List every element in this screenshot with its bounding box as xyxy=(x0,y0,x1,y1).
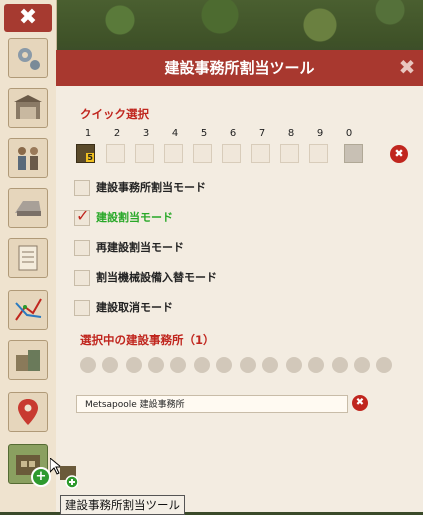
slot-number: 0 xyxy=(345,128,353,139)
checkbox[interactable] xyxy=(74,300,90,316)
settings-button[interactable] xyxy=(8,38,48,78)
slot-number: 7 xyxy=(258,128,266,139)
quick-slot-7[interactable] xyxy=(251,144,270,163)
mode-label: 建設割当モード xyxy=(96,211,173,224)
filter-icon[interactable] xyxy=(376,357,392,373)
routes-button[interactable] xyxy=(8,290,48,330)
checkbox[interactable]: ✓ xyxy=(74,206,90,226)
plus-icon: + xyxy=(31,467,51,487)
mode-label: 建設事務所割当モード xyxy=(96,181,206,194)
slot-number: 4 xyxy=(171,128,179,139)
buildings-icon xyxy=(16,350,40,371)
garage-icon xyxy=(14,95,42,119)
slot-number: 8 xyxy=(287,128,295,139)
garage-button[interactable] xyxy=(8,88,48,128)
quick-slot-9[interactable] xyxy=(309,144,328,163)
panel-close-button[interactable]: ✖ xyxy=(395,54,419,80)
panel-header[interactable]: 建設事務所割当ツール ✖ xyxy=(56,50,423,86)
slot-number: 6 xyxy=(229,128,237,139)
vehicles-button[interactable] xyxy=(8,188,48,228)
clear-quick-select-button[interactable]: ✖ xyxy=(390,145,408,163)
tooltip: 建設事務所割当ツール xyxy=(60,495,185,515)
quick-slot-4[interactable] xyxy=(164,144,183,163)
depot-assign-tool-button[interactable]: + xyxy=(8,444,51,487)
sidebar-close-button[interactable]: ✖ xyxy=(4,4,52,32)
cursor-depot-icon xyxy=(50,458,78,489)
quick-select-label: クイック選択 xyxy=(80,107,149,121)
quick-slot-6[interactable] xyxy=(222,144,241,163)
gear-icon xyxy=(18,48,40,70)
location-pin-icon xyxy=(18,399,38,425)
quick-slot-0[interactable] xyxy=(344,144,363,163)
mode-label: 建設取消モード xyxy=(96,301,173,314)
quick-slot-5[interactable] xyxy=(193,144,212,163)
filter-icon[interactable] xyxy=(240,357,256,373)
filter-icon[interactable] xyxy=(332,357,348,373)
filter-icon[interactable] xyxy=(354,357,370,373)
people-icon xyxy=(18,147,38,170)
slot-badge: 5 xyxy=(86,153,94,162)
filter-icon[interactable] xyxy=(80,357,96,373)
filter-icon[interactable] xyxy=(216,357,232,373)
location-button[interactable] xyxy=(8,392,48,432)
depot-assign-panel: 建設事務所割当ツール ✖ クイック選択 1 2 3 4 5 6 7 8 9 0 … xyxy=(56,50,423,512)
quick-slot-8[interactable] xyxy=(280,144,299,163)
quick-slot-2[interactable] xyxy=(106,144,125,163)
panel-title: 建設事務所割当ツール xyxy=(164,59,315,77)
filter-icon[interactable] xyxy=(126,357,142,373)
filter-icon[interactable] xyxy=(286,357,302,373)
slot-number: 2 xyxy=(113,128,121,139)
filter-icon[interactable] xyxy=(308,357,324,373)
filter-icon[interactable] xyxy=(148,357,164,373)
sidebar: ✖ + xyxy=(0,0,57,512)
slot-number: 3 xyxy=(142,128,150,139)
route-map-icon xyxy=(15,298,42,321)
vehicle-icon xyxy=(15,201,41,216)
selected-depots-header: 選択中の建設事務所（1） xyxy=(80,333,215,347)
document-icon xyxy=(18,245,38,271)
slot-number: 9 xyxy=(316,128,324,139)
selected-depot-field[interactable]: Metsapoole 建設事務所 xyxy=(76,395,348,413)
checkbox[interactable] xyxy=(74,240,90,256)
buildings-button[interactable] xyxy=(8,340,48,380)
checkbox[interactable] xyxy=(74,180,90,196)
staff-button[interactable] xyxy=(8,138,48,178)
filter-icon[interactable] xyxy=(102,357,118,373)
mode-label: 割当機械設備入替モード xyxy=(96,271,217,284)
quick-slot-1[interactable]: 5 xyxy=(76,144,95,163)
quick-slot-3[interactable] xyxy=(135,144,154,163)
filter-icon[interactable] xyxy=(194,357,210,373)
filter-icon[interactable] xyxy=(262,357,278,373)
mode-label: 再建設割当モード xyxy=(96,241,184,254)
check-icon: ✓ xyxy=(76,206,90,225)
checkbox[interactable] xyxy=(74,270,90,286)
slot-number: 1 xyxy=(84,128,92,139)
remove-depot-button[interactable]: ✖ xyxy=(352,395,368,411)
slot-number: 5 xyxy=(200,128,208,139)
documents-button[interactable] xyxy=(8,238,48,278)
filter-icon[interactable] xyxy=(170,357,186,373)
